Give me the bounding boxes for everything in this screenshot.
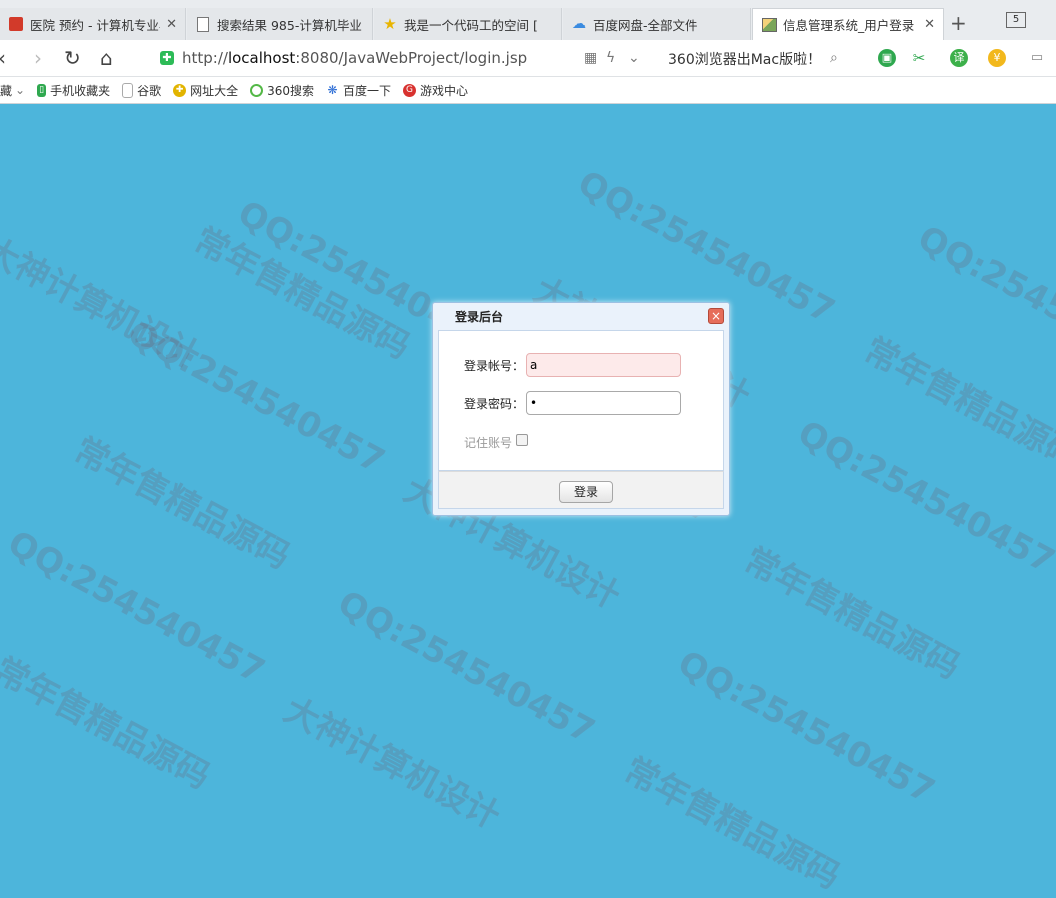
bookmark-games[interactable]: G 游戏中心 (403, 82, 468, 99)
account-label: 登录帐号： (464, 358, 525, 373)
watermark-text: QQ:254540457 (331, 583, 602, 752)
tab-close-icon[interactable]: ✕ (166, 17, 177, 32)
browser-tab-strip: 医院 预约 - 计算机专业毕 ✕ 搜索结果 985-计算机毕业 ★ 我是一个代码… (0, 0, 1056, 40)
search-icon[interactable]: ⌕ (830, 50, 838, 66)
promo-text[interactable]: 360浏览器出Mac版啦！ (668, 49, 821, 69)
watermark-text: QQ:254540457 (791, 413, 1056, 582)
remember-checkbox[interactable] (516, 434, 529, 446)
qr-code-icon[interactable]: ▦ (584, 50, 597, 66)
star-icon: ★ (383, 15, 397, 33)
watermark-text: QQ:254540457 (671, 643, 942, 812)
address-bar[interactable]: ✚ http://localhost:8080/JavaWebProject/l… (150, 44, 650, 72)
tab-label: 我是一个代码工的空间 [ (404, 17, 538, 33)
watermark-text: 大神计算机设计 (277, 690, 507, 838)
watermark-text: QQ:254540457 (1, 523, 272, 692)
bookmarks-bar: 藏 ⌄ ▯ 手机收藏夹 谷歌 ✚ 网址大全 360搜索 ❋ 百度一下 G 游戏中心 (0, 77, 1056, 104)
translate-icon[interactable]: 译 (950, 49, 968, 67)
reader-icon[interactable]: ▣ (878, 49, 896, 67)
remember-label: 记住账号 (464, 436, 513, 450)
password-input[interactable] (526, 391, 681, 415)
login-button[interactable]: 登录 (559, 481, 613, 503)
chevron-down-icon[interactable]: ⌄ (628, 50, 640, 66)
tab-label: 搜索结果 985-计算机毕业 (217, 17, 362, 33)
login-dialog: 登录后台 × 登录帐号： 登录密码： 记住账号 登录 (432, 302, 730, 516)
password-row: 登录密码： (464, 391, 681, 415)
browser-tab-3[interactable]: ★ 我是一个代码工的空间 [ (374, 8, 562, 40)
account-input[interactable] (526, 353, 681, 377)
shield-icon: ✚ (160, 51, 174, 65)
browser-nav-bar: ‹ › ↻ ⌂ ✚ http://localhost:8080/JavaWebP… (0, 40, 1056, 77)
tab-label: 医院 预约 - 计算机专业毕 (30, 17, 161, 33)
dialog-body: 登录帐号： 登录密码： 记住账号 (438, 330, 724, 471)
document-icon (195, 16, 211, 32)
window-icon[interactable]: ▭ (1028, 49, 1046, 67)
paw-icon: ❋ (327, 82, 338, 97)
bookmark-baidu[interactable]: ❋ 百度一下 (326, 82, 392, 99)
watermark-text: QQ:254540457 (121, 313, 392, 482)
remember-row: 记住账号 (464, 434, 529, 451)
account-row: 登录帐号： (464, 353, 681, 377)
bookmark-360-search[interactable]: 360搜索 (250, 82, 314, 99)
password-label: 登录密码： (464, 396, 525, 411)
coin-icon[interactable]: ¥ (988, 49, 1006, 67)
tab-count-badge[interactable]: 5 (1006, 12, 1026, 28)
watermark-text: 常年售精品源码 (737, 540, 967, 688)
bookmark-mobile[interactable]: ▯ 手机收藏夹 (37, 82, 110, 99)
watermark-text: 常年售精品源码 (67, 430, 297, 578)
watermark-text: 常年售精品源码 (187, 220, 417, 368)
tab-label: 百度网盘-全部文件 (593, 17, 698, 33)
home-icon[interactable]: ⌂ (100, 46, 113, 70)
image-icon (761, 17, 777, 33)
bookmark-google[interactable]: 谷歌 (122, 82, 161, 99)
bookmark-sites[interactable]: ✚ 网址大全 (173, 82, 238, 99)
browser-tab-5-active[interactable]: 信息管理系统_用户登录 ✕ (752, 8, 944, 40)
browser-tab-4[interactable]: ☁ 百度网盘-全部文件 (563, 8, 751, 40)
close-icon[interactable]: × (708, 308, 724, 324)
tab-label: 信息管理系统_用户登录 (783, 18, 915, 33)
back-icon[interactable]: ‹ (0, 46, 6, 70)
phone-icon: ▯ (37, 83, 47, 97)
bookmark-favorites[interactable]: 藏 ⌄ (0, 82, 25, 99)
dialog-footer: 登录 (438, 471, 724, 509)
browser-tab-2[interactable]: 搜索结果 985-计算机毕业 (187, 8, 373, 40)
tab-close-icon[interactable]: ✕ (924, 17, 935, 32)
watermark-text: 常年售精品源码 (0, 650, 217, 798)
refresh-icon[interactable]: ↻ (64, 46, 81, 70)
plus-circle-icon: ✚ (173, 83, 187, 97)
watermark-text: 常年售精品源码 (617, 750, 847, 898)
watermark-text: QQ:254540457 (911, 218, 1056, 387)
browser-tab-1[interactable]: 医院 预约 - 计算机专业毕 ✕ (0, 8, 186, 40)
scissors-icon[interactable]: ✂ (910, 49, 928, 67)
watermark-text: 常年售精品源码 (857, 330, 1056, 478)
game-icon: G (403, 83, 417, 97)
cloud-icon: ☁ (572, 16, 586, 32)
url-text: http://localhost:8080/JavaWebProject/log… (182, 49, 528, 67)
lightning-icon[interactable]: ϟ (606, 50, 615, 66)
watermark-text: 大神计算机设计 (0, 230, 207, 378)
dialog-title: 登录后台 (455, 310, 504, 324)
360-icon (250, 83, 264, 97)
red-square-icon (8, 16, 24, 32)
page-icon (122, 82, 134, 98)
forward-icon[interactable]: › (34, 46, 42, 70)
chevron-down-icon: ⌄ (15, 83, 26, 97)
new-tab-button[interactable]: + (950, 11, 967, 35)
